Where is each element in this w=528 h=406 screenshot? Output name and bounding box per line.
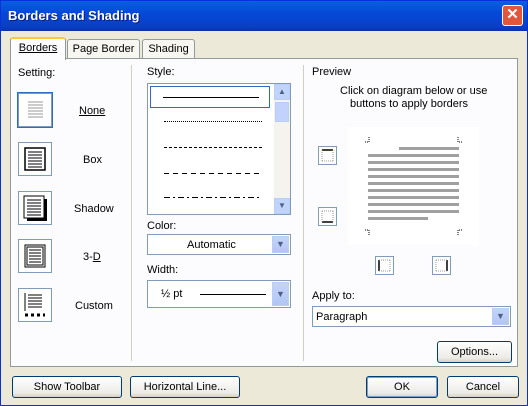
setting-none-option[interactable] [17,92,53,128]
right-border-button[interactable] [432,256,451,275]
apply-to-dropdown[interactable]: Paragraph ▼ [312,306,511,327]
setting-shadow-option[interactable] [18,191,52,225]
width-dropdown[interactable]: ½ pt ▼ [147,280,291,308]
chevron-down-icon[interactable]: ▼ [272,282,289,306]
corner-mark-icon [457,229,463,235]
color-value: Automatic [187,239,236,251]
setting-custom-option[interactable] [18,288,52,322]
options-button-label: Options... [450,346,499,358]
setting-box-icon [24,147,46,171]
setting-custom-label[interactable]: Custom [75,300,113,312]
options-button[interactable]: Options... [437,341,512,363]
color-label: Color: [147,220,177,232]
style-option-dotted[interactable] [164,121,262,122]
preview-text-line [368,175,459,178]
ok-button[interactable]: OK [366,376,438,398]
preview-text-line [368,196,459,199]
preview-label: Preview [312,66,352,78]
preview-text-line [368,203,459,206]
setting-none-label[interactable]: None [79,105,105,117]
horizontal-line-button[interactable]: Horizontal Line... [130,376,240,398]
show-toolbar-button[interactable]: Show Toolbar [12,376,122,398]
style-label: Style: [147,66,175,78]
panel-content: Setting: None Box Shadow 3-D Custom Styl… [1,1,527,405]
setting-custom-icon [24,293,45,317]
right-border-icon [435,259,448,272]
setting-none-icon [28,101,43,118]
preview-text-line [368,182,459,185]
style-list[interactable]: ▲ ▼ [147,83,291,215]
left-border-button[interactable] [375,256,394,275]
width-line-sample [200,294,266,295]
preview-text-line [368,189,459,192]
preview-text-line [368,154,459,157]
color-dropdown[interactable]: Automatic ▼ [147,234,291,255]
scrollbar-thumb[interactable] [275,102,289,122]
chevron-down-icon[interactable]: ▼ [272,236,289,253]
corner-mark-icon [364,137,370,143]
setting-label: Setting: [18,67,56,79]
style-option-solid-selected[interactable] [150,86,270,108]
style-list-scrollbar[interactable]: ▲ ▼ [274,84,290,214]
left-border-icon [378,259,391,272]
preview-hint-line1: Click on diagram below or use [340,85,488,97]
corner-mark-icon [457,137,463,143]
width-value: ½ pt [161,288,183,300]
preview-text-line [368,210,459,213]
preview-text-line [368,161,459,164]
borders-and-shading-dialog: Borders and Shading ✕ Borders Page Borde… [0,0,528,406]
setting-3d-option[interactable] [18,239,52,273]
separator-right [303,65,304,361]
setting-box-option[interactable] [18,142,52,176]
chevron-down-icon[interactable]: ▼ [492,308,509,325]
cancel-button[interactable]: Cancel [447,376,519,398]
bottom-border-icon [321,210,334,223]
corner-mark-icon [364,229,370,235]
setting-3d-label[interactable]: 3-D [83,251,101,263]
width-label: Width: [147,264,179,276]
preview-hint-line2: buttons to apply borders [350,98,469,110]
scroll-down-icon[interactable]: ▼ [274,198,290,214]
top-border-button[interactable] [318,146,337,165]
horizontal-line-label: Horizontal Line... [143,381,227,393]
style-option-dashed-large[interactable] [164,173,262,174]
preview-text-line [368,168,459,171]
ok-button-label: OK [394,381,410,393]
bottom-border-button[interactable] [318,207,337,226]
setting-shadow-icon [23,195,47,221]
preview-text-line [399,147,459,150]
preview-diagram[interactable] [348,127,479,245]
apply-to-label: Apply to: [312,290,355,302]
setting-box-label[interactable]: Box [83,154,102,166]
setting-3d-icon [24,244,46,268]
apply-to-value: Paragraph [316,311,368,323]
show-toolbar-label: Show Toolbar [33,381,101,393]
separator-left [131,65,132,361]
cancel-button-label: Cancel [465,381,501,393]
scroll-up-icon[interactable]: ▲ [274,84,290,100]
style-option-dash-dot[interactable] [164,197,262,198]
top-border-icon [321,149,334,162]
preview-text-line [368,217,428,220]
style-option-dashed-small[interactable] [164,147,262,148]
setting-shadow-label[interactable]: Shadow [74,203,114,215]
